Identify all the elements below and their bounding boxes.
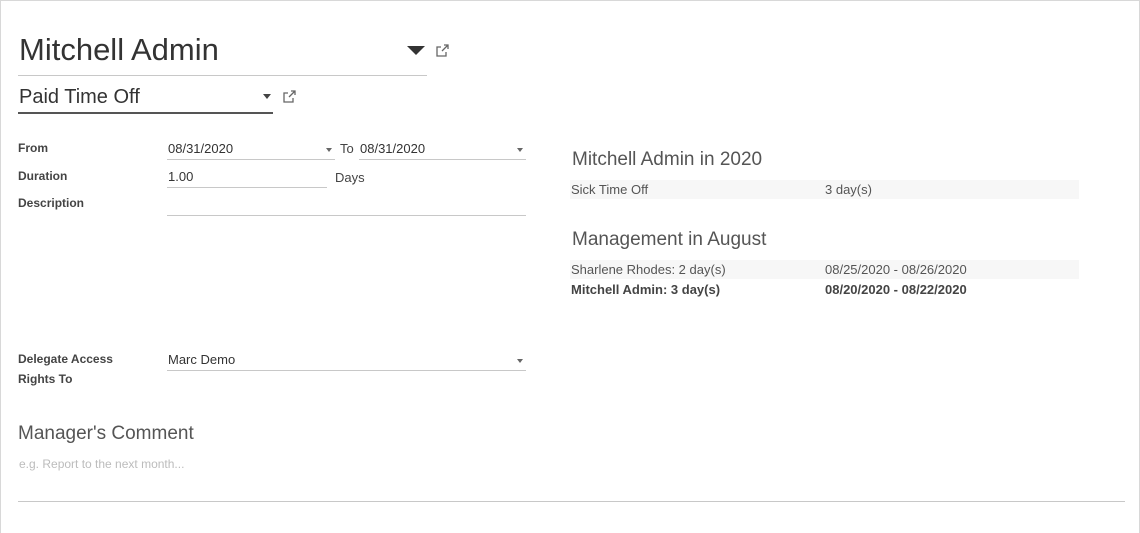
description-label: Description — [18, 196, 85, 210]
to-date-caret-icon[interactable] — [517, 148, 523, 152]
to-label: To — [340, 141, 354, 156]
manager-comment-underline — [18, 501, 1125, 502]
description-input[interactable] — [167, 194, 526, 216]
leave-type-field[interactable]: Paid Time Off — [18, 83, 273, 114]
manager-comment-input[interactable]: e.g. Report to the next month... — [19, 455, 184, 473]
delegate-label-line1: Delegate Access — [18, 352, 113, 366]
delegate-value: Marc Demo — [168, 352, 236, 367]
dept-row-dates: 08/20/2020 - 08/22/2020 — [825, 282, 967, 297]
dept-row-name: Mitchell Admin: 3 day(s) — [571, 282, 721, 297]
leave-type-dropdown-caret-icon[interactable] — [263, 94, 271, 99]
from-date-value: 08/31/2020 — [168, 141, 234, 156]
dept-row-name: Sharlene Rhodes: 2 day(s) — [571, 262, 726, 277]
employee-name[interactable]: Mitchell Admin — [19, 31, 219, 69]
to-date-input[interactable]: 08/31/2020 — [359, 138, 526, 160]
leave-type-name[interactable]: Paid Time Off — [19, 84, 140, 110]
form-sheet: Mitchell Admin Paid Time Off From 08/31/… — [0, 0, 1140, 533]
duration-unit: Days — [335, 170, 365, 185]
delegate-caret-icon[interactable] — [517, 359, 523, 363]
duration-input[interactable]: 1.00 — [167, 166, 327, 188]
dept-summary-row: Mitchell Admin: 3 day(s) 08/20/2020 - 08… — [570, 280, 1079, 299]
from-date-caret-icon[interactable] — [326, 148, 332, 152]
dept-summary-title: Management in August — [572, 229, 767, 250]
dept-row-dates: 08/25/2020 - 08/26/2020 — [825, 262, 967, 277]
year-row-name: Sick Time Off — [571, 182, 649, 197]
duration-value: 1.00 — [168, 169, 194, 184]
delegate-label-line2: Rights To — [18, 372, 73, 386]
manager-comment-title: Manager's Comment — [18, 423, 194, 444]
year-summary-title: Mitchell Admin in 2020 — [572, 149, 763, 170]
delegate-select[interactable]: Marc Demo — [167, 349, 526, 371]
year-row-value: 3 day(s) — [825, 182, 872, 197]
from-date-input[interactable]: 08/31/2020 — [167, 138, 335, 160]
employee-dropdown-caret-icon[interactable] — [407, 46, 425, 55]
from-label: From — [18, 141, 48, 155]
dept-summary-row: Sharlene Rhodes: 2 day(s) 08/25/2020 - 0… — [570, 260, 1079, 279]
employee-field[interactable]: Mitchell Admin — [18, 31, 427, 76]
leave-type-external-link-icon[interactable] — [283, 90, 296, 103]
to-date-value: 08/31/2020 — [360, 141, 426, 156]
duration-label: Duration — [18, 169, 68, 183]
employee-external-link-icon[interactable] — [436, 44, 449, 57]
year-summary-row: Sick Time Off 3 day(s) — [570, 180, 1079, 199]
